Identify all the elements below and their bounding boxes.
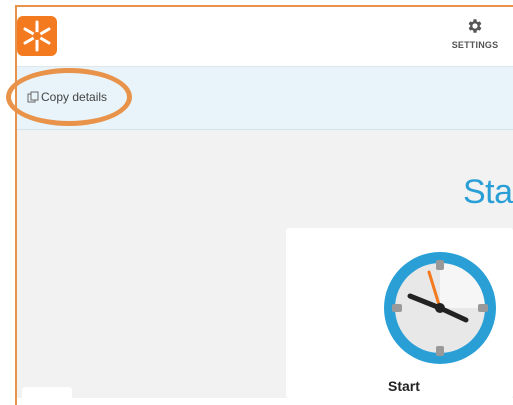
start-card[interactable]: Start <box>286 228 513 398</box>
asterisk-logo-icon[interactable] <box>17 16 57 56</box>
gear-icon <box>468 19 482 33</box>
clock-icon <box>384 252 496 364</box>
settings-label: SETTINGS <box>451 40 499 50</box>
toolbar: Copy details <box>17 67 513 130</box>
copy-details-label: Copy details <box>41 90 108 104</box>
app-header: SETTINGS <box>17 7 513 67</box>
corner-tab <box>22 387 72 401</box>
copy-details-button[interactable]: Copy details <box>23 88 111 106</box>
copy-icon <box>27 91 39 103</box>
hero-title: Star <box>463 173 513 211</box>
settings-button[interactable]: SETTINGS <box>440 17 510 59</box>
start-label: Start <box>388 378 420 394</box>
main-content: Star Start <box>17 130 513 398</box>
